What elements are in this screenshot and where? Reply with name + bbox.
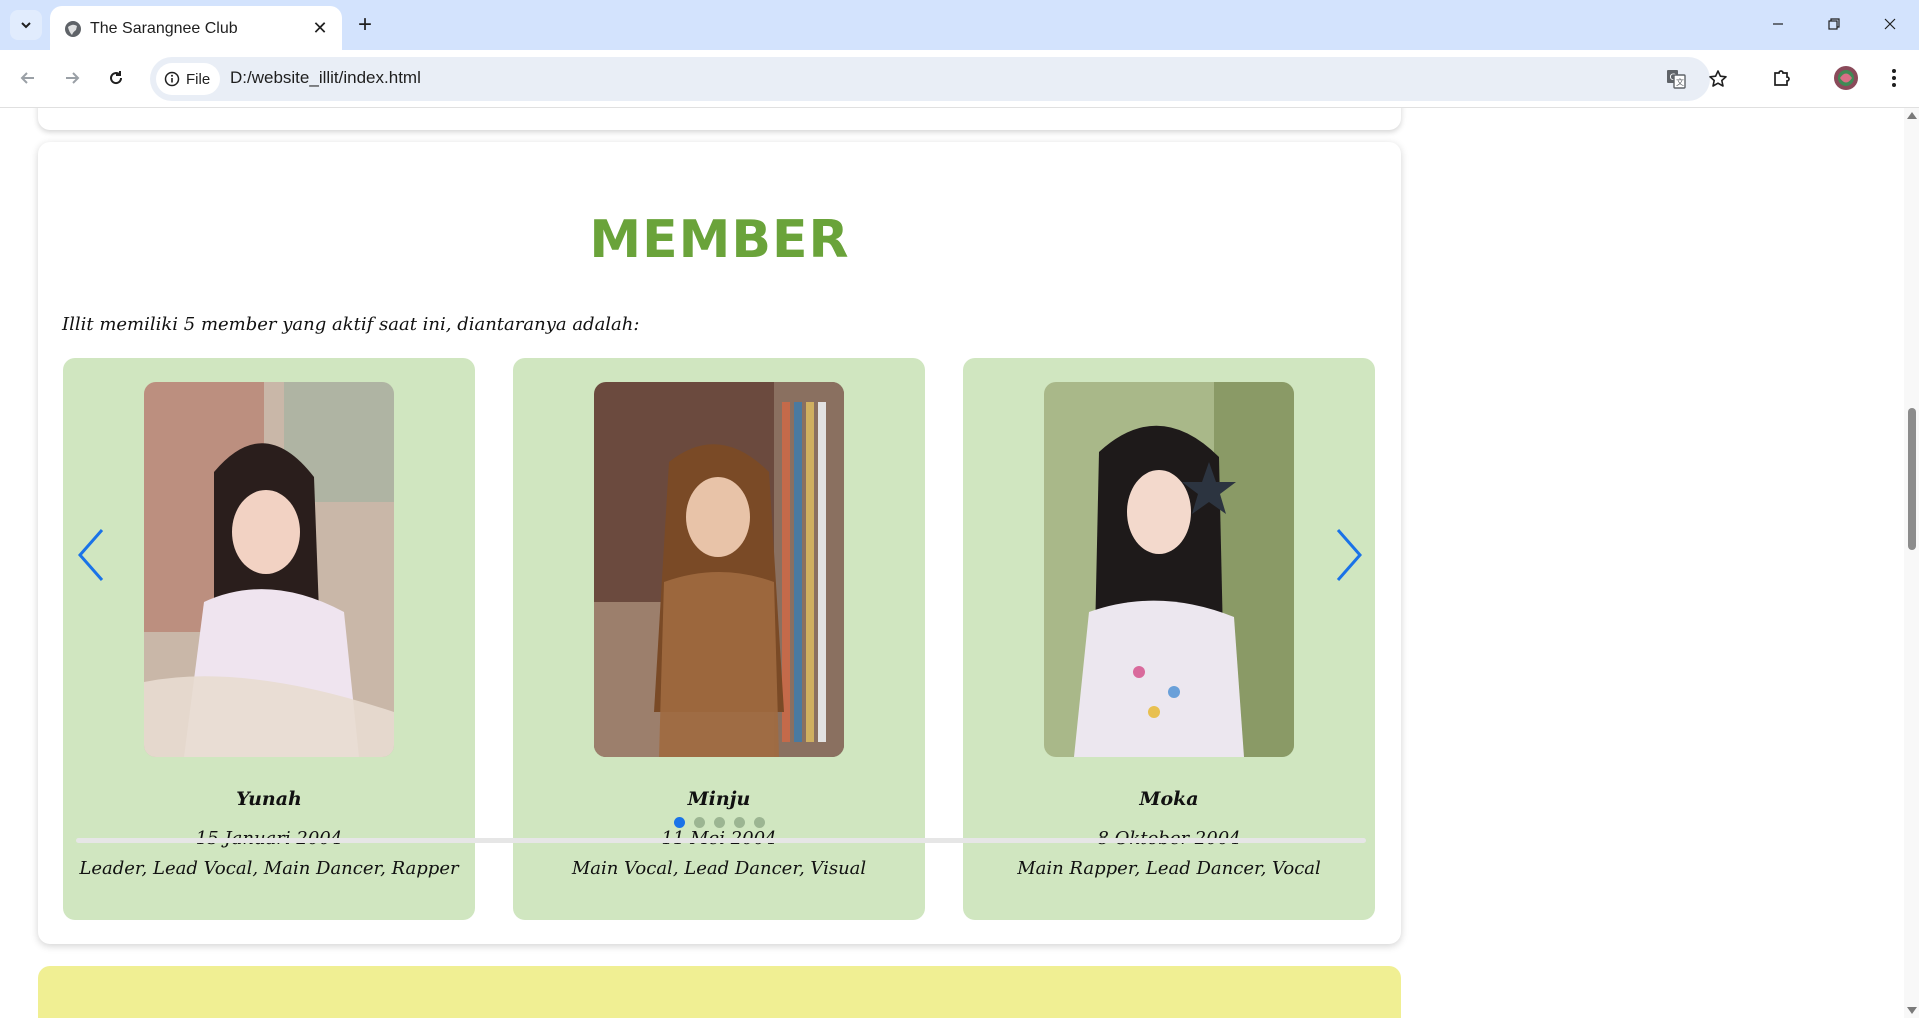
next-section-card	[38, 966, 1401, 1018]
member-intro-text: Illit memiliki 5 member yang aktif saat …	[62, 314, 640, 335]
back-button[interactable]	[12, 62, 44, 94]
url-text[interactable]: D:/website_illit/index.html	[230, 68, 421, 88]
member-name: Yunah	[236, 788, 302, 810]
info-icon	[164, 71, 180, 87]
browser-toolbar: File D:/website_illit/index.html G文	[0, 50, 1919, 108]
member-photo-moka	[1044, 382, 1294, 757]
tab-title: The Sarangnee Club	[90, 20, 238, 37]
member-photo-yunah	[144, 382, 394, 757]
new-tab-button[interactable]: +	[350, 10, 380, 40]
tab-search-button[interactable]	[10, 10, 42, 40]
svg-text:文: 文	[1676, 77, 1684, 87]
carousel-pagination	[38, 817, 1401, 828]
scroll-up-arrow-icon[interactable]	[1907, 112, 1917, 119]
member-name: Minju	[687, 788, 751, 810]
globe-icon	[65, 21, 81, 37]
section-title: MEMBER	[589, 210, 850, 270]
browser-tab[interactable]: The Sarangnee Club ✕	[50, 6, 342, 50]
arrow-left-icon	[20, 72, 34, 84]
member-roles: Main Vocal, Lead Dancer, Visual	[571, 858, 867, 879]
bookmark-star-icon[interactable]	[1704, 65, 1732, 93]
translate-icon[interactable]: G文	[1662, 65, 1690, 93]
minimize-icon	[1773, 23, 1783, 25]
scrollbar-thumb[interactable]	[1908, 408, 1916, 550]
pagination-dot[interactable]	[734, 817, 745, 828]
page-scrollbar[interactable]	[1904, 108, 1919, 1018]
pagination-dot[interactable]	[674, 817, 685, 828]
address-bar[interactable]: File D:/website_illit/index.html G文	[150, 57, 1727, 101]
member-name: Moka	[1139, 788, 1199, 810]
member-roles: Main Rapper, Lead Dancer, Vocal	[1017, 858, 1321, 879]
member-photo-minju	[594, 382, 844, 757]
extensions-puzzle-icon[interactable]	[1766, 62, 1798, 94]
arrow-right-icon	[66, 72, 80, 84]
profile-avatar[interactable]	[1830, 62, 1862, 94]
close-window-button[interactable]	[1870, 8, 1910, 40]
pagination-dot[interactable]	[714, 817, 725, 828]
close-icon	[1884, 18, 1896, 30]
member-roles: Leader, Lead Vocal, Main Dancer, Rapper	[79, 858, 459, 879]
carousel-prev-arrow-icon[interactable]	[72, 526, 112, 584]
reload-icon	[110, 71, 123, 85]
previous-section-card	[38, 108, 1401, 130]
close-tab-icon[interactable]: ✕	[308, 16, 332, 40]
reload-button[interactable]	[100, 62, 132, 94]
page-viewport: MEMBER Illit memiliki 5 member yang akti…	[0, 108, 1904, 1018]
pagination-dot[interactable]	[694, 817, 705, 828]
site-info-chip[interactable]: File	[156, 63, 221, 95]
chevron-down-icon	[21, 22, 31, 29]
minimize-button[interactable]	[1758, 8, 1798, 40]
member-section: MEMBER Illit memiliki 5 member yang akti…	[38, 142, 1401, 944]
restore-button[interactable]	[1814, 8, 1854, 40]
tab-bar: The Sarangnee Club ✕ +	[0, 0, 1919, 50]
member-card-minju: Minju 11 Mei 2004 Main Vocal, Lead Dance…	[513, 358, 925, 920]
restore-icon	[1828, 18, 1840, 30]
forward-button[interactable]	[56, 62, 88, 94]
pagination-dot[interactable]	[754, 817, 765, 828]
member-card-yunah: Yunah 15 Januari 2004 Leader, Lead Vocal…	[63, 358, 475, 920]
scroll-down-arrow-icon[interactable]	[1907, 1007, 1917, 1014]
carousel-scroll-track[interactable]	[76, 838, 1366, 843]
member-card-moka: Moka 8 Oktober 2004 Main Rapper, Lead Da…	[963, 358, 1375, 920]
carousel-next-arrow-icon[interactable]	[1328, 526, 1368, 584]
menu-kebab-icon[interactable]	[1878, 62, 1910, 94]
site-info-label: File	[186, 70, 211, 88]
